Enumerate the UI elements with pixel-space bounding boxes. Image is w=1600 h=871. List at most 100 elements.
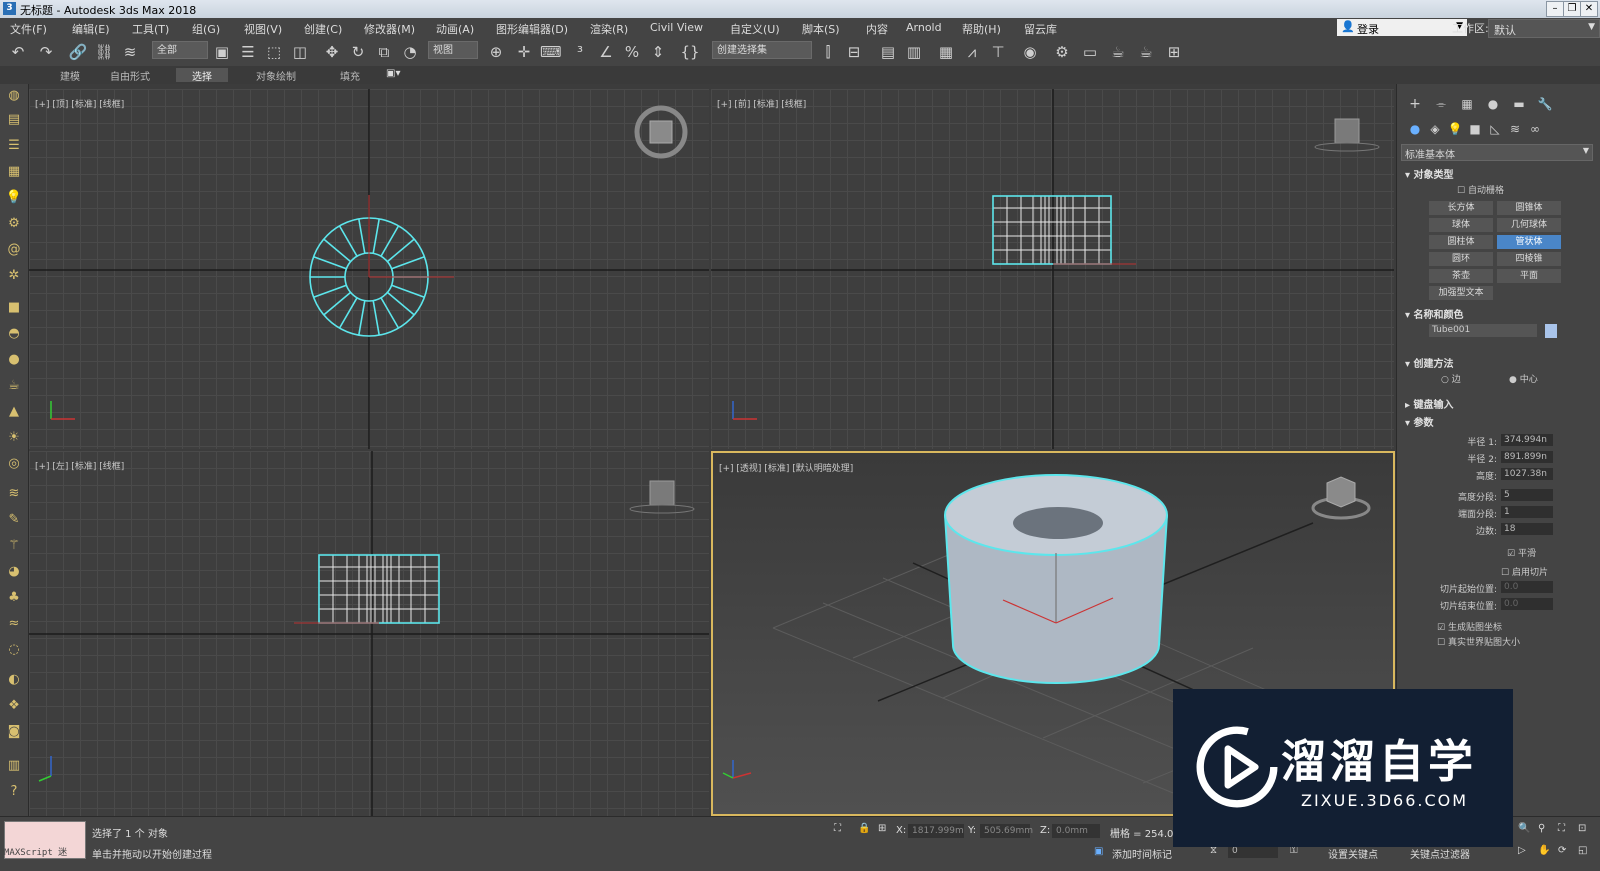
viewport-front[interactable]: [+] [前] [标准] [线框] <box>711 89 1394 449</box>
radius2-spinner[interactable]: 891.899n <box>1501 451 1553 463</box>
ribbon-options-icon[interactable]: ▣▾ <box>386 68 400 82</box>
menu-graph-editors[interactable]: 图形编辑器(D) <box>496 21 568 37</box>
teapot-icon[interactable]: ☕ <box>4 376 24 396</box>
app-icon[interactable]: 3 <box>3 2 16 15</box>
maximize-viewport-icon[interactable]: ◱ <box>1578 845 1587 856</box>
menu-arnold[interactable]: Arnold <box>906 21 942 34</box>
unlink-icon[interactable]: ⛓ <box>94 42 114 62</box>
zoom-extents-icon[interactable]: ⛶ <box>1558 823 1565 834</box>
slice-to-spinner[interactable]: 0.0 <box>1501 598 1553 610</box>
tab-object-paint[interactable]: 对象绘制 <box>256 68 296 83</box>
link-icon[interactable]: 🔗 <box>68 42 88 62</box>
isolate-icon[interactable]: ⛶ <box>834 823 841 834</box>
torus-icon[interactable]: ◎ <box>4 454 24 474</box>
particle-icon[interactable]: ✲ <box>4 266 24 286</box>
torus-button[interactable]: 圆环 <box>1429 252 1493 266</box>
object-color-swatch[interactable] <box>1545 324 1557 338</box>
object-icon[interactable]: ◌ <box>4 640 24 660</box>
plane-button[interactable]: 平面 <box>1497 269 1561 283</box>
menu-modifiers[interactable]: 修改器(M) <box>364 21 415 37</box>
menu-tools[interactable]: 工具(T) <box>132 21 169 37</box>
zoom-icon[interactable]: 🔍 <box>1518 823 1530 834</box>
object-type-rollout[interactable]: ▾ 对象类型 <box>1405 166 1454 181</box>
modify-tab-icon[interactable]: ⌯ <box>1431 94 1451 114</box>
display-tab-icon[interactable]: ▬ <box>1509 94 1529 114</box>
systems-icon[interactable]: ∞ <box>1525 119 1545 139</box>
tab-modeling[interactable]: 建模 <box>60 68 80 83</box>
bone-icon[interactable]: ⚚ <box>4 536 24 556</box>
tab-populate[interactable]: 填充 <box>340 68 360 83</box>
scale-icon[interactable]: ⧉ <box>374 42 394 62</box>
schematic-view-icon[interactable]: ⊤ <box>988 42 1008 62</box>
rect-selection-icon[interactable]: ⬚ <box>264 42 284 62</box>
add-time-tag-label[interactable]: 添加时间标记 <box>1112 846 1172 861</box>
utilities-tab-icon[interactable]: 🔧 <box>1535 94 1555 114</box>
render-cloud-icon[interactable]: ⊞ <box>1164 42 1184 62</box>
height-segments-spinner[interactable]: 5 <box>1501 489 1553 501</box>
fov-icon[interactable]: ▷ <box>1518 845 1526 856</box>
hair-fur-icon[interactable]: ≈ <box>4 614 24 634</box>
sun-icon[interactable]: ☀ <box>4 428 24 448</box>
render-production-icon[interactable]: ☕ <box>1108 42 1128 62</box>
menu-group[interactable]: 组(G) <box>192 21 220 37</box>
pivot-icon[interactable]: ⊕ <box>486 42 506 62</box>
absolute-mode-icon[interactable]: ⊞ <box>878 823 886 834</box>
viewport-top[interactable]: [+] [顶] [标准] [线框] <box>29 89 709 449</box>
menu-help[interactable]: 帮助(H) <box>962 21 1001 37</box>
key-filters-button[interactable]: 关键点过滤器 <box>1410 846 1470 861</box>
layer-explorer-icon[interactable]: ▥ <box>904 42 924 62</box>
mirror-icon[interactable]: ⫿ <box>818 42 838 62</box>
sides-spinner[interactable]: 18 <box>1501 523 1553 535</box>
material-editor-icon[interactable]: ◉ <box>1020 42 1040 62</box>
helpers-icon[interactable]: ◺ <box>1485 119 1505 139</box>
create-tab-icon[interactable]: + <box>1405 94 1425 114</box>
cylinder-button[interactable]: 圆柱体 <box>1429 235 1493 249</box>
zoom-extents-all-icon[interactable]: ⊡ <box>1578 823 1586 834</box>
edit-named-sets-icon[interactable]: {} <box>680 42 700 62</box>
render-icon[interactable]: ◐ <box>4 670 24 690</box>
creation-edge-radio[interactable]: ○ 边 <box>1441 372 1461 385</box>
keyboard-input-rollout[interactable]: ▸ 键盘输入 <box>1405 396 1454 411</box>
menu-content[interactable]: 内容 <box>866 21 888 37</box>
restore-button[interactable]: ❐ <box>1563 1 1581 17</box>
slice-on-checkbox[interactable]: ☐ 启用切片 <box>1501 565 1548 578</box>
manipulator-icon[interactable]: ⚙ <box>4 214 24 234</box>
object-name-field[interactable]: Tube001 <box>1429 324 1537 337</box>
ref-coord-dropdown[interactable]: 视图 <box>428 41 478 59</box>
spacewarps-icon[interactable]: ≋ <box>1505 119 1525 139</box>
tab-selection[interactable]: 选择 <box>176 68 228 83</box>
geosphere-button[interactable]: 几何球体 <box>1497 218 1561 232</box>
select-by-name-icon[interactable]: ☰ <box>238 42 258 62</box>
curve-editor-icon[interactable]: ⩘ <box>962 42 982 62</box>
name-color-rollout[interactable]: ▾ 名称和颜色 <box>1405 306 1464 321</box>
selection-filter-dropdown[interactable]: 全部 <box>152 41 208 59</box>
geometry-icon[interactable]: ● <box>1405 119 1425 139</box>
undo-icon[interactable]: ↶ <box>8 42 28 62</box>
menu-scripting[interactable]: 脚本(S) <box>802 21 840 37</box>
script-icon[interactable]: ▥ <box>4 756 24 776</box>
help-icon[interactable]: ? <box>4 782 24 802</box>
set-key-button[interactable]: 设置关键点 <box>1328 846 1378 861</box>
cone-icon[interactable]: ▲ <box>4 402 24 422</box>
zoom-all-icon[interactable]: ⚲ <box>1538 823 1545 834</box>
orbit-icon[interactable]: ⟳ <box>1558 845 1566 856</box>
paint-icon[interactable]: ✎ <box>4 510 24 530</box>
globe-icon[interactable]: ◕ <box>4 562 24 582</box>
slice-from-spinner[interactable]: 0.0 <box>1501 581 1553 593</box>
render-frame-icon[interactable]: ▭ <box>1080 42 1100 62</box>
render-iterative-icon[interactable]: ☕ <box>1136 42 1156 62</box>
redo-icon[interactable]: ↷ <box>36 42 56 62</box>
named-selection-dropdown[interactable]: 创建选择集 <box>712 41 812 59</box>
login-dropdown[interactable]: 👤 登录 ▼ <box>1337 19 1467 36</box>
scene-explorer-icon[interactable]: ▤ <box>878 42 898 62</box>
time-tag-icon[interactable]: ▣ <box>1094 846 1103 857</box>
display-icon[interactable]: ◙ <box>4 722 24 742</box>
scene-explorer-icon[interactable]: ◍ <box>4 86 24 106</box>
spiral-icon[interactable]: @ <box>4 240 24 260</box>
menu-animation[interactable]: 动画(A) <box>436 21 474 37</box>
lock-icon[interactable]: 🔒 <box>858 823 870 834</box>
x-coord-field[interactable]: 1817.999m <box>908 824 964 838</box>
menu-civil-view[interactable]: Civil View <box>650 21 703 34</box>
place-icon[interactable]: ◔ <box>400 42 420 62</box>
align-icon[interactable]: ⊟ <box>844 42 864 62</box>
